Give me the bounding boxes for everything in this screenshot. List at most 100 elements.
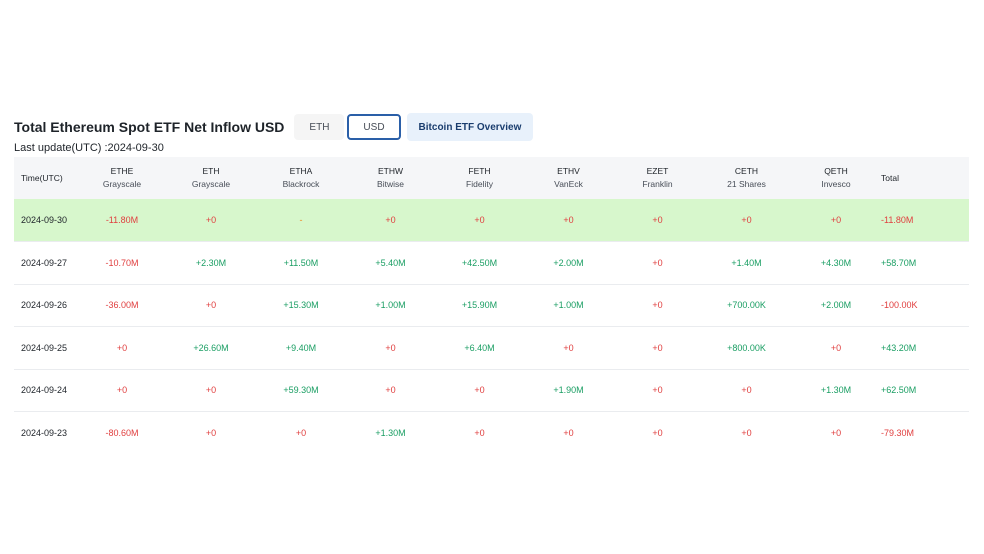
row-total: -100.00K	[881, 300, 918, 311]
row-value: +6.40M	[464, 342, 495, 353]
row-value: +0	[385, 385, 396, 396]
table-body: 2024-09-30 -11.80M +0- +0 +0 +0 +0 +0 +0 -11.80M 2…	[14, 199, 969, 446]
widget-header: Total Ethereum Spot ETF Net Inflow USD E…	[14, 112, 534, 142]
row-value: +15.90M	[461, 300, 498, 311]
table-row: 2024-09-26 -36.00M +0 +15.30M +1.00M +15.90M +…	[14, 284, 969, 327]
row-value: +0	[205, 385, 217, 396]
row-date: 2024-09-30	[21, 215, 68, 225]
column-header-total: Total	[881, 157, 969, 199]
row-value: +0	[741, 215, 752, 225]
row-value: +59.30M	[283, 385, 319, 396]
column-issuer: Bitwise	[377, 179, 404, 189]
column-ticker: ETHA	[289, 166, 313, 176]
inflow-table: Time(UTC) ETHE Grayscale ETH Grayscale ETHA Bl…	[14, 157, 969, 446]
row-value: +1.00M	[375, 300, 406, 311]
column-issuer: Fidelity	[466, 179, 493, 189]
row-value: +0	[474, 215, 485, 225]
row-value: +0	[295, 427, 307, 438]
column-ticker: ETHV	[557, 166, 580, 176]
column-header-eth: ETH Grayscale	[166, 157, 256, 199]
table-row: 2024-09-30 -11.80M +0 - +0 +0 +0 +0 +0 +0 -11.80M	[14, 199, 969, 242]
row-value: +0	[741, 427, 752, 438]
row-total: +43.20M	[881, 342, 917, 353]
usd-toggle-button[interactable]: USD	[347, 114, 401, 140]
column-ticker: ETH	[202, 166, 220, 176]
row-value: +2.00M	[820, 300, 852, 311]
row-value: +1.90M	[553, 385, 584, 396]
row-value: +0	[563, 342, 574, 353]
row-value: +0	[474, 385, 485, 396]
row-value: +26.60M	[193, 342, 229, 353]
row-value: +1.30M	[820, 385, 852, 396]
row-value: +0	[116, 342, 128, 353]
row-value: +0	[830, 342, 842, 353]
row-value: +0	[741, 385, 752, 396]
row-value: +0	[652, 342, 663, 353]
row-value: +0	[830, 427, 842, 438]
row-value: +0	[652, 385, 663, 396]
column-ticker: ETHW	[377, 166, 404, 176]
column-header-qeth: QETH Invesco	[791, 157, 881, 199]
row-value: +800.00K	[727, 342, 766, 353]
column-ticker: EZET	[646, 166, 669, 176]
column-ticker: FETH	[468, 166, 491, 176]
row-value: +11.50M	[283, 257, 319, 268]
row-value: +0	[205, 300, 217, 311]
column-header-feth: FETH Fidelity	[435, 157, 524, 199]
row-value: +0	[205, 215, 217, 225]
column-issuer: 21 Shares	[727, 179, 766, 189]
row-value: +0	[563, 215, 574, 225]
row-value: +0	[652, 215, 663, 225]
column-ticker: Total	[881, 172, 899, 183]
column-ticker: ETHE	[110, 166, 134, 176]
table-header-row: Time(UTC) ETHE Grayscale ETH Grayscale ETHA Bl…	[14, 157, 969, 199]
column-header-ethe: ETHE Grayscale	[78, 157, 166, 199]
table-row: 2024-09-24 +0 +0 +59.30M +0 +0 +1.90M +0 +0 +1.30…	[14, 369, 969, 412]
column-ticker: CETH	[734, 166, 759, 176]
column-header-ethv: ETHV VanEck	[524, 157, 613, 199]
row-value: +1.40M	[731, 257, 762, 268]
row-value: -	[299, 215, 303, 225]
row-date: 2024-09-26	[21, 300, 68, 311]
column-issuer: Grayscale	[191, 179, 231, 189]
column-issuer: Grayscale	[102, 179, 142, 189]
table-row: 2024-09-23 -80.60M +0 +0 +1.30M +0 +0 +0 +0 +0 -79…	[14, 412, 969, 447]
column-issuer: Blackrock	[282, 179, 320, 189]
row-value: +9.40M	[285, 342, 317, 353]
table-row: 2024-09-25 +0 +26.60M +9.40M +0 +6.40M +0 +0 +80…	[14, 327, 969, 369]
row-date: 2024-09-23	[21, 427, 68, 438]
eth-toggle-button[interactable]: ETH	[294, 114, 345, 140]
row-total: +62.50M	[881, 385, 917, 396]
row-value: -10.70M	[105, 257, 139, 268]
etf-inflow-widget: Total Ethereum Spot ETF Net Inflow USD E…	[14, 112, 970, 446]
column-ticker: QETH	[824, 166, 848, 176]
row-total: -11.80M	[881, 215, 914, 225]
column-issuer: Franklin	[642, 179, 673, 189]
row-total: -79.30M	[881, 427, 915, 438]
row-value: +42.50M	[461, 257, 498, 268]
row-value: +0	[385, 342, 396, 353]
row-value: +1.30M	[375, 427, 406, 438]
column-header-ceth: CETH 21 Shares	[702, 157, 791, 199]
row-value: +15.30M	[283, 300, 319, 311]
column-header-ezet: EZET Franklin	[613, 157, 702, 199]
column-issuer: Invesco	[821, 179, 851, 189]
row-date: 2024-09-24	[21, 385, 68, 396]
row-value: +0	[116, 385, 128, 396]
column-issuer: VanEck	[554, 179, 583, 189]
row-value: +1.00M	[553, 300, 584, 311]
widget-title: Total Ethereum Spot ETF Net Inflow USD	[14, 119, 285, 135]
bitcoin-etf-overview-button[interactable]: Bitcoin ETF Overview	[406, 113, 534, 141]
row-value: +0	[830, 215, 842, 225]
column-ticker: Time(UTC)	[21, 172, 63, 183]
row-value: +4.30M	[820, 257, 852, 268]
row-date: 2024-09-25	[21, 342, 68, 353]
row-value: +2.00M	[553, 257, 584, 268]
row-value: +0	[205, 427, 217, 438]
row-value: +2.30M	[195, 257, 227, 268]
row-value: +0	[474, 427, 485, 438]
column-header-time: Time(UTC)	[14, 157, 78, 199]
row-value: -36.00M	[105, 300, 139, 311]
row-value: +0	[652, 300, 663, 311]
table-row: 2024-09-27 -10.70M +2.30M +11.50M +5.40M +42.…	[14, 242, 969, 284]
